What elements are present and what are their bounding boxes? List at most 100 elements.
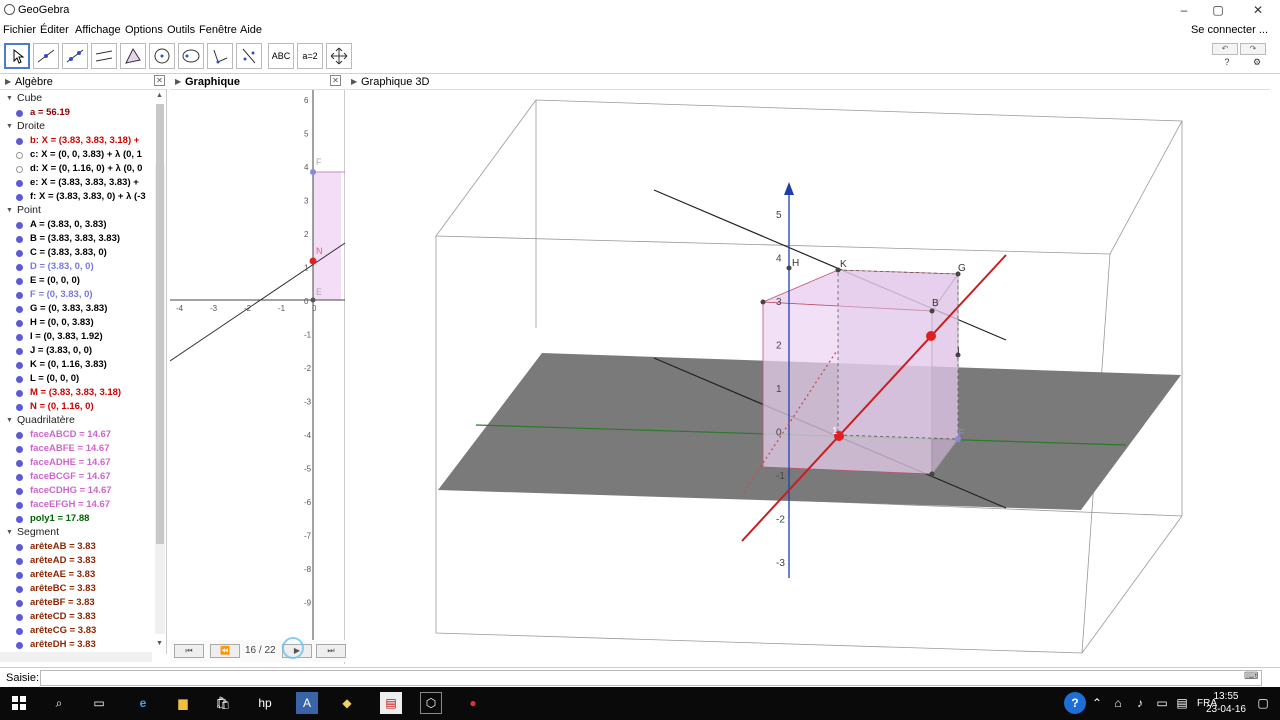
algebra-item[interactable]: e: X = (3.83, 3.83, 3.83) +	[0, 176, 152, 190]
algebra-item[interactable]: J = (3.83, 0, 0)	[0, 344, 152, 358]
visibility-toggle-icon[interactable]	[16, 278, 23, 285]
visibility-toggle-icon[interactable]	[16, 432, 23, 439]
algebra-hscrollbar[interactable]	[0, 652, 152, 662]
algebra-item[interactable]: arêteCD = 3.83	[0, 610, 152, 624]
vertex-H[interactable]	[786, 265, 792, 271]
algebra-category[interactable]: ▼ Quadrilatère	[0, 414, 152, 428]
algebra-item[interactable]: b: X = (3.83, 3.83, 3.18) +	[0, 134, 152, 148]
parallel-tool-icon[interactable]	[91, 43, 117, 69]
undo-icon[interactable]: ↶	[1212, 43, 1238, 55]
move-view-tool-icon[interactable]	[326, 43, 352, 69]
geogebra-taskbar-icon[interactable]: ⬡	[420, 692, 442, 714]
point-M[interactable]	[926, 331, 936, 341]
menu-options[interactable]: Options	[125, 24, 163, 36]
help-icon[interactable]: ?	[1220, 57, 1234, 69]
algebra-category[interactable]: ▼ Segment	[0, 526, 152, 540]
close-panel-icon[interactable]: ✕	[154, 75, 165, 86]
visibility-toggle-icon[interactable]	[16, 572, 23, 579]
panel-toggle-icon[interactable]: ▶	[175, 77, 181, 86]
text-tool-button[interactable]: ABC	[268, 43, 294, 69]
visibility-toggle-icon[interactable]	[16, 138, 23, 145]
algebra-category[interactable]: ▼ Droite	[0, 120, 152, 134]
visibility-toggle-icon[interactable]	[16, 292, 23, 299]
minimize-button[interactable]: –	[1174, 2, 1194, 18]
visibility-toggle-icon[interactable]	[16, 516, 23, 523]
algebra-item[interactable]: arêteDH = 3.83	[0, 638, 152, 652]
visibility-toggle-icon[interactable]	[16, 152, 23, 159]
collapse-icon[interactable]: ▼	[6, 529, 13, 536]
visibility-toggle-icon[interactable]	[16, 446, 23, 453]
visibility-toggle-icon[interactable]	[16, 194, 23, 201]
algebra-item[interactable]: arêteBC = 3.83	[0, 582, 152, 596]
algebra-item[interactable]: arêteAD = 3.83	[0, 554, 152, 568]
visibility-toggle-icon[interactable]	[16, 502, 23, 509]
menu-fichier[interactable]: Fichier	[3, 24, 36, 36]
visibility-toggle-icon[interactable]	[16, 250, 23, 257]
visibility-toggle-icon[interactable]	[16, 376, 23, 383]
algebra-item[interactable]: f: X = (3.83, 3.83, 0) + λ (-3	[0, 190, 152, 204]
algebra-item[interactable]: C = (3.83, 3.83, 0)	[0, 246, 152, 260]
hp-icon[interactable]: hp	[254, 692, 276, 714]
graphics-3d-canvas[interactable]: H K G B I F 1 5 4 3 2 1 0 -1 -2 -3	[346, 90, 1270, 664]
algebra-category[interactable]: ▼ Cube	[0, 92, 152, 106]
visibility-toggle-icon[interactable]	[16, 236, 23, 243]
point-N[interactable]	[309, 257, 317, 265]
graphics-3d-view[interactable]: ▶ Graphique 3D H K G B I F 1 5 4 3 2 1 0…	[346, 74, 1270, 664]
menu-outils[interactable]: Outils	[167, 24, 195, 36]
visibility-toggle-icon[interactable]	[16, 600, 23, 607]
angle-tool-icon[interactable]	[207, 43, 233, 69]
panel-toggle-icon[interactable]: ▶	[351, 77, 357, 86]
visibility-toggle-icon[interactable]	[16, 460, 23, 467]
collapse-icon[interactable]: ▼	[6, 95, 13, 102]
algebra-item[interactable]: a = 56.19	[0, 106, 152, 120]
input-field[interactable]	[40, 670, 1262, 686]
algebra-item[interactable]: faceCDHG = 14.67	[0, 484, 152, 498]
move-tool-icon[interactable]	[4, 43, 30, 69]
algebra-item[interactable]: A = (3.83, 0, 3.83)	[0, 218, 152, 232]
task-view-icon[interactable]: ▭	[88, 692, 110, 714]
tray-chevron-icon[interactable]: ⌃	[1090, 692, 1104, 714]
graphics-2d-view[interactable]: ▶ Graphique ✕ F N E 6 5 4 3 2 1 0 -1 -2 -3 -4 -5 -6 -…	[170, 74, 345, 664]
visibility-toggle-icon[interactable]	[16, 544, 23, 551]
scroll-up-icon[interactable]: ▲	[156, 92, 163, 99]
visibility-toggle-icon[interactable]	[16, 642, 23, 649]
algebra-item[interactable]: H = (0, 0, 3.83)	[0, 316, 152, 330]
visibility-toggle-icon[interactable]	[16, 614, 23, 621]
visibility-toggle-icon[interactable]	[16, 488, 23, 495]
algebra-item[interactable]: faceABCD = 14.67	[0, 428, 152, 442]
visibility-toggle-icon[interactable]	[16, 110, 23, 117]
maximize-button[interactable]: ▢	[1208, 2, 1228, 18]
collapse-icon[interactable]: ▼	[6, 207, 13, 214]
close-panel-icon[interactable]: ✕	[330, 75, 341, 86]
algebra-item[interactable]: arêteCG = 3.83	[0, 624, 152, 638]
conic-tool-icon[interactable]	[178, 43, 204, 69]
algebra-item[interactable]: arêteAE = 3.83	[0, 568, 152, 582]
visibility-toggle-icon[interactable]	[16, 334, 23, 341]
visibility-toggle-icon[interactable]	[16, 348, 23, 355]
collapse-icon[interactable]: ▼	[6, 417, 13, 424]
visibility-toggle-icon[interactable]	[16, 264, 23, 271]
algebra-item[interactable]: d: X = (0, 1.16, 0) + λ (0, 0	[0, 162, 152, 176]
algebra-item[interactable]: M = (3.83, 3.83, 3.18)	[0, 386, 152, 400]
algebra-item[interactable]: faceBCGF = 14.67	[0, 470, 152, 484]
algebra-item[interactable]: arêteAB = 3.83	[0, 540, 152, 554]
algebra-item[interactable]: arêteBF = 3.83	[0, 596, 152, 610]
action-center-icon[interactable]: ▢	[1256, 692, 1270, 714]
algebra-item[interactable]: B = (3.83, 3.83, 3.83)	[0, 232, 152, 246]
visibility-toggle-icon[interactable]	[16, 180, 23, 187]
clock[interactable]: 13:55 23-04-16	[1206, 690, 1246, 716]
edge-icon[interactable]: e	[132, 692, 154, 714]
algebra-item[interactable]: D = (3.83, 0, 0)	[0, 260, 152, 274]
vertex-C[interactable]	[929, 471, 935, 477]
search-icon[interactable]: ⌕	[48, 692, 70, 714]
store-icon[interactable]: 🛍	[212, 692, 234, 714]
reflect-tool-icon[interactable]	[236, 43, 262, 69]
point-F[interactable]	[310, 169, 316, 175]
algebra-item[interactable]: faceABFE = 14.67	[0, 442, 152, 456]
vertex-A[interactable]	[760, 299, 766, 305]
collapse-icon[interactable]: ▼	[6, 123, 13, 130]
nav-first-button[interactable]: ⏮	[174, 644, 204, 658]
notification-icon[interactable]: ▤	[1174, 692, 1190, 714]
vertex-B[interactable]	[929, 308, 935, 314]
algebra-item[interactable]: L = (0, 0, 0)	[0, 372, 152, 386]
